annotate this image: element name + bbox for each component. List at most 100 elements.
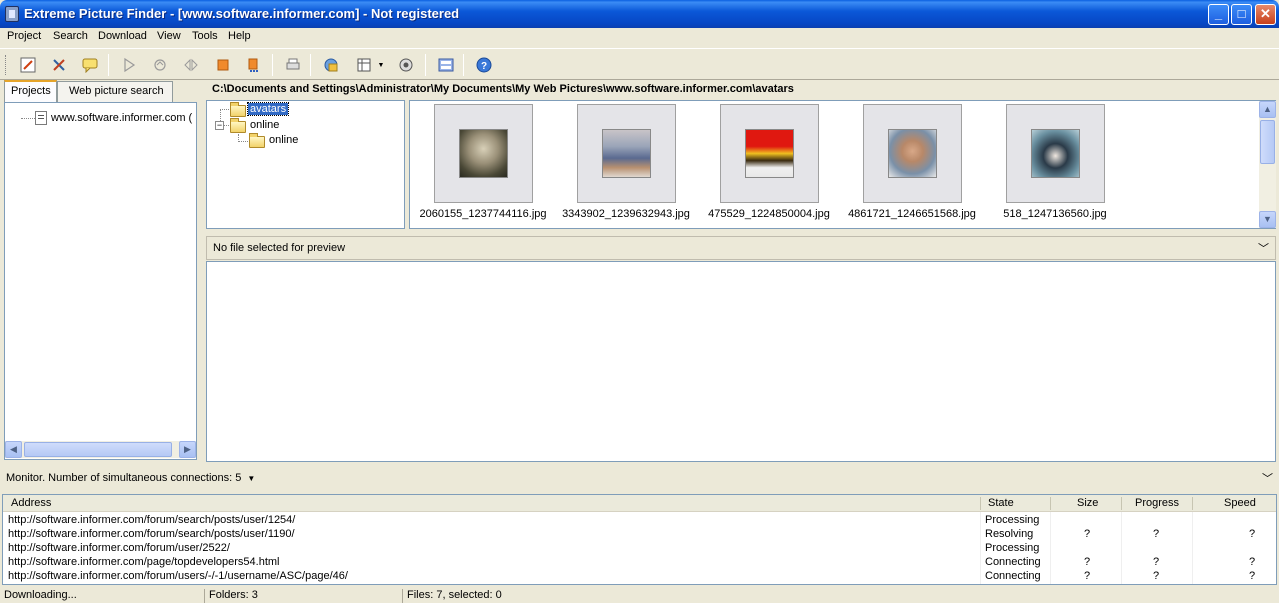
step-icon[interactable] <box>180 54 202 76</box>
table-row[interactable]: http://software.informer.com/forum/users… <box>3 570 1276 584</box>
thumbnail-vertical-scrollbar[interactable]: ▲ ▼ <box>1259 101 1276 228</box>
column-header-speed[interactable]: Speed <box>1224 497 1256 509</box>
stop-icon[interactable] <box>212 54 234 76</box>
menu-bar: Project Search Download View Tools Help <box>0 28 1279 46</box>
table-row[interactable]: http://software.informer.com/forum/searc… <box>3 514 1276 528</box>
column-header-address[interactable]: Address <box>11 497 51 509</box>
column-header-size[interactable]: Size <box>1077 497 1098 509</box>
toolbar-separator <box>425 54 426 76</box>
tree-connector <box>224 125 229 126</box>
toolbar-separator <box>463 54 464 76</box>
scrollbar-thumb[interactable] <box>24 442 172 457</box>
menu-help[interactable]: Help <box>228 30 251 42</box>
svg-text:?: ? <box>481 61 487 72</box>
thumbnail-filename[interactable]: 4861721_1246651568.jpg <box>842 208 982 220</box>
folder-avatars[interactable]: avatars <box>246 102 290 116</box>
pause-icon[interactable] <box>149 54 171 76</box>
preview-header: No file selected for preview ﹀ <box>206 236 1276 260</box>
progress-cell: ? <box>1153 570 1160 582</box>
monitor-header: Monitor. Number of simultaneous connecti… <box>0 467 1279 489</box>
column-divider[interactable] <box>1050 497 1051 510</box>
tab-projects[interactable]: Projects <box>4 80 57 103</box>
table-row[interactable]: http://software.informer.com/forum/searc… <box>3 528 1276 542</box>
toolbar-separator <box>108 54 109 76</box>
help-icon[interactable]: ? <box>473 54 495 76</box>
slideshow-icon[interactable] <box>435 54 457 76</box>
tab-web-picture-search[interactable]: Web picture search <box>57 81 173 102</box>
window-title: Extreme Picture Finder - [www.software.i… <box>24 6 460 21</box>
monitor-title[interactable]: Monitor. Number of simultaneous connecti… <box>6 472 241 484</box>
thumbnail-filename[interactable]: 518_1247136560.jpg <box>985 208 1125 220</box>
settings-icon[interactable] <box>395 54 417 76</box>
column-header-state[interactable]: State <box>988 497 1014 509</box>
thumbnail[interactable] <box>720 104 819 203</box>
scroll-down-button[interactable]: ▼ <box>1259 211 1276 228</box>
menu-tools[interactable]: Tools <box>192 30 218 42</box>
project-tree-item[interactable]: www.software.informer.com ( <box>51 112 192 124</box>
thumbnail[interactable] <box>1006 104 1105 203</box>
project-tree-panel: www.software.informer.com ( <box>4 102 197 460</box>
size-cell: ? <box>1084 556 1091 568</box>
toolbar: ▼ ? <box>0 48 1279 80</box>
print-icon[interactable] <box>282 54 304 76</box>
toolbar-grip[interactable] <box>5 55 8 75</box>
menu-search[interactable]: Search <box>53 30 88 42</box>
export-icon[interactable] <box>320 54 342 76</box>
minimize-button[interactable]: _ <box>1208 4 1229 25</box>
collapse-expander-icon[interactable]: − <box>215 121 224 130</box>
thumbnail[interactable] <box>434 104 533 203</box>
maximize-button[interactable]: □ <box>1231 4 1252 25</box>
progress-cell: ? <box>1153 556 1160 568</box>
project-icon <box>35 111 47 125</box>
menu-project[interactable]: Project <box>7 30 41 42</box>
column-header-progress[interactable]: Progress <box>1135 497 1179 509</box>
thumbnail[interactable] <box>577 104 676 203</box>
project-tree-horizontal-scrollbar[interactable]: ◀ ▶ <box>5 441 196 458</box>
preview-area <box>206 261 1276 462</box>
stop-all-icon[interactable] <box>243 54 265 76</box>
comment-icon[interactable] <box>79 54 101 76</box>
state-cell: Processing <box>985 542 1040 554</box>
folder-online[interactable]: online <box>269 134 298 146</box>
edit-project-icon[interactable] <box>17 54 39 76</box>
title-bar[interactable]: Extreme Picture Finder - [www.software.i… <box>0 0 1279 28</box>
thumbnail-filename[interactable]: 3343902_1239632943.jpg <box>556 208 696 220</box>
folder-images[interactable]: online <box>250 119 279 131</box>
status-bar: Downloading... Folders: 3 Files: 7, sele… <box>0 588 1279 603</box>
toolbar-separator <box>310 54 311 76</box>
column-divider[interactable] <box>1192 497 1193 510</box>
state-cell: Connecting <box>985 556 1041 568</box>
column-divider[interactable] <box>980 497 981 510</box>
app-window: Extreme Picture Finder - [www.software.i… <box>0 0 1279 603</box>
scroll-up-button[interactable]: ▲ <box>1259 101 1276 118</box>
view-mode-icon[interactable] <box>353 54 375 76</box>
menu-download[interactable]: Download <box>98 30 147 42</box>
address-cell: http://software.informer.com/forum/user/… <box>8 542 230 554</box>
menu-view[interactable]: View <box>157 30 181 42</box>
view-mode-dropdown-icon[interactable]: ▼ <box>375 54 387 76</box>
start-icon[interactable] <box>118 54 140 76</box>
close-button[interactable]: ✕ <box>1255 4 1276 25</box>
table-row[interactable]: http://software.informer.com/page/topdev… <box>3 556 1276 570</box>
address-cell: http://software.informer.com/page/topdev… <box>8 556 280 568</box>
chevron-down-icon[interactable]: ﹀ <box>1258 240 1269 256</box>
thumbnail-filename[interactable]: 475529_1224850004.jpg <box>699 208 839 220</box>
size-cell: ? <box>1084 570 1091 582</box>
scrollbar-thumb[interactable] <box>1260 120 1275 164</box>
connections-dropdown-icon[interactable]: ▼ <box>247 474 255 483</box>
scroll-left-button[interactable]: ◀ <box>5 441 22 458</box>
thumbnail-filename[interactable]: 2060155_1237744116.jpg <box>413 208 553 220</box>
thumbnail-image <box>745 129 794 178</box>
address-cell: http://software.informer.com/forum/users… <box>8 570 348 582</box>
speed-cell: ? <box>1249 528 1256 540</box>
scroll-right-button[interactable]: ▶ <box>179 441 196 458</box>
thumbnail[interactable] <box>863 104 962 203</box>
project-properties-icon[interactable] <box>48 54 70 76</box>
chevron-down-icon[interactable]: ﹀ <box>1262 470 1273 486</box>
column-divider[interactable] <box>1121 497 1122 510</box>
download-monitor-table: Address State Size Progress Speed http:/… <box>2 494 1277 585</box>
app-icon[interactable] <box>5 6 19 22</box>
thumbnail-image <box>1031 129 1080 178</box>
folder-icon <box>230 118 246 133</box>
table-row[interactable]: http://software.informer.com/forum/user/… <box>3 542 1276 556</box>
